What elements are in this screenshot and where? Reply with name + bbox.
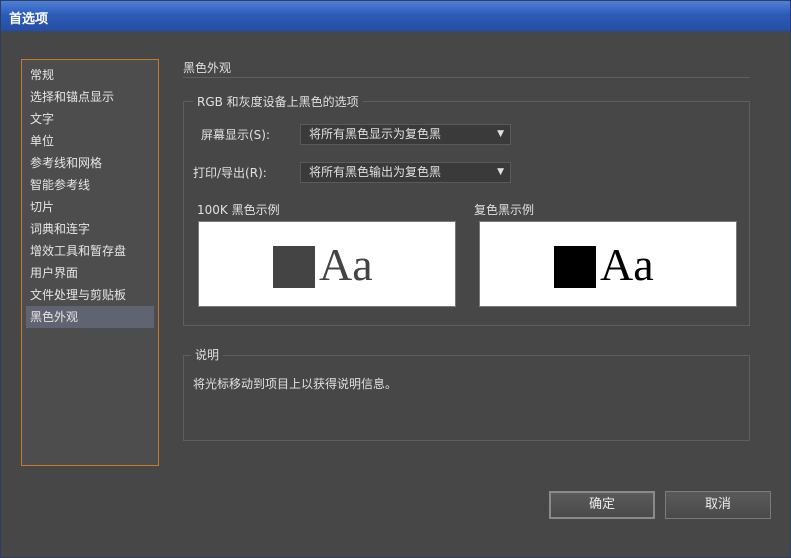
sidebar-item-general[interactable]: 常规 bbox=[26, 64, 154, 86]
preferences-dialog: 首选项 常规 选择和锚点显示 文字 单位 参考线和网格 智能参考线 切片 词典和… bbox=[0, 0, 791, 558]
sample-rich-black-label: 复色黑示例 bbox=[474, 203, 535, 217]
description-text: 将光标移动到项目上以获得说明信息。 bbox=[193, 377, 398, 391]
sidebar-item-smart-guides[interactable]: 智能参考线 bbox=[26, 174, 154, 196]
chevron-down-icon: ▼ bbox=[497, 167, 504, 177]
screen-display-dropdown[interactable]: 将所有黑色显示为复色黑 ▼ bbox=[300, 124, 511, 145]
category-list: 常规 选择和锚点显示 文字 单位 参考线和网格 智能参考线 切片 词典和连字 增… bbox=[21, 59, 159, 466]
sidebar-item-type[interactable]: 文字 bbox=[26, 108, 154, 130]
screen-display-value: 将所有黑色显示为复色黑 bbox=[309, 127, 442, 141]
sample-100k-label: 100K 黑色示例 bbox=[197, 203, 280, 217]
black-swatch-100k bbox=[273, 246, 315, 288]
title-bar[interactable]: 首选项 bbox=[1, 1, 790, 31]
description-title: 说明 bbox=[191, 346, 224, 363]
sidebar-item-guides-grid[interactable]: 参考线和网格 bbox=[26, 152, 154, 174]
sidebar-item-units[interactable]: 单位 bbox=[26, 130, 154, 152]
cancel-button[interactable]: 取消 bbox=[665, 491, 771, 519]
screen-display-label: 屏幕显示(S): bbox=[201, 128, 271, 142]
sample-rich-black-text: Aa bbox=[600, 239, 654, 290]
print-export-label: 打印/导出(R): bbox=[193, 166, 267, 180]
description-box bbox=[183, 355, 750, 441]
sidebar-item-user-interface[interactable]: 用户界面 bbox=[26, 262, 154, 284]
chevron-down-icon: ▼ bbox=[497, 129, 504, 139]
sidebar-item-plugins-scratch-disks[interactable]: 增效工具和暂存盘 bbox=[26, 240, 154, 262]
sample-rich-black-preview: Aa bbox=[479, 221, 737, 307]
print-export-dropdown[interactable]: 将所有黑色输出为复色黑 ▼ bbox=[300, 162, 511, 183]
sidebar-item-selection-anchor-display[interactable]: 选择和锚点显示 bbox=[26, 86, 154, 108]
section-title: 黑色外观 bbox=[183, 61, 232, 75]
sample-100k-preview: Aa bbox=[198, 221, 456, 307]
section-divider bbox=[183, 77, 750, 78]
sidebar-item-dictionary-hyphenation[interactable]: 词典和连字 bbox=[26, 218, 154, 240]
print-export-value: 将所有黑色输出为复色黑 bbox=[309, 165, 442, 179]
sidebar-item-slices[interactable]: 切片 bbox=[26, 196, 154, 218]
sidebar-item-file-handling-clipboard[interactable]: 文件处理与剪贴板 bbox=[26, 284, 154, 306]
group-title: RGB 和灰度设备上黑色的选项 bbox=[193, 93, 363, 110]
ok-button[interactable]: 确定 bbox=[549, 491, 655, 519]
window-title: 首选项 bbox=[9, 12, 49, 27]
sample-100k-text: Aa bbox=[319, 239, 373, 290]
black-swatch-rich bbox=[554, 246, 596, 288]
sidebar-item-appearance-of-black[interactable]: 黑色外观 bbox=[26, 306, 154, 328]
